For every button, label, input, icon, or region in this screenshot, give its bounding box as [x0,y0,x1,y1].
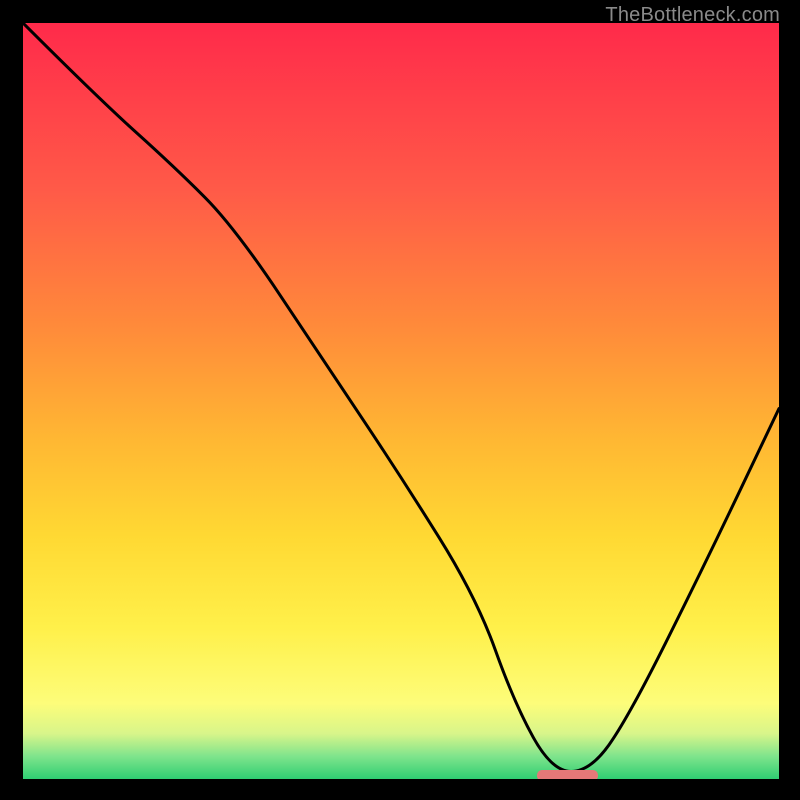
bottleneck-curve [23,23,779,779]
watermark-text: TheBottleneck.com [605,4,780,27]
optimal-range-marker [537,770,597,779]
plot-area [23,23,779,779]
chart-frame: TheBottleneck.com [0,0,800,800]
